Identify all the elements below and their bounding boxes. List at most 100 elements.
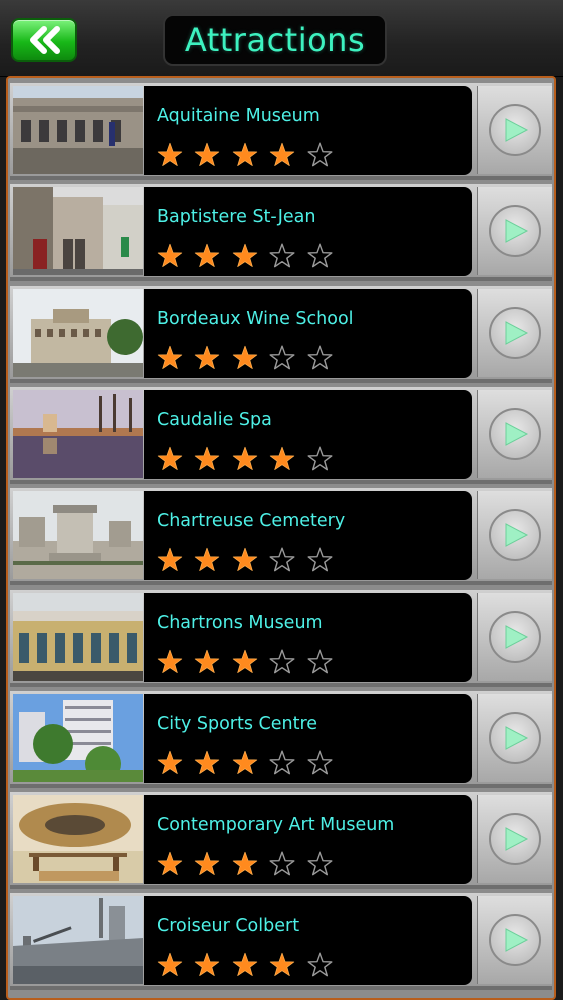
star-filled-icon [189,748,227,778]
attraction-thumbnail [13,389,143,478]
star-rating [151,950,339,980]
play-arrow-icon [489,813,541,866]
star-rating [151,444,339,474]
star-empty-icon [264,241,302,271]
attraction-name: Contemporary Art Museum [157,815,395,836]
open-detail-button[interactable] [477,86,552,174]
attraction-info-panel: Bordeaux Wine School [144,288,472,378]
star-rating [151,849,339,879]
open-detail-button[interactable] [477,288,552,377]
attraction-info-panel: Chartrons Museum [144,592,472,682]
star-filled-icon [226,950,264,980]
attraction-thumbnail [13,896,143,985]
open-detail-button[interactable] [477,693,552,782]
star-filled-icon [189,849,227,879]
attraction-info-panel: Caudalie Spa [144,389,472,479]
play-arrow-icon [489,407,541,460]
star-filled-icon [151,950,189,980]
star-empty-icon [301,343,339,373]
attractions-list[interactable]: Aquitaine Museum Baptistere St-Jean Bordea… [6,76,556,1000]
open-detail-button[interactable] [477,187,552,276]
list-item[interactable]: Chartreuse Cemetery [10,488,552,586]
star-filled-icon [226,444,264,474]
list-item[interactable]: Bordeaux Wine School [10,285,552,383]
open-detail-button[interactable] [477,795,552,884]
open-detail-button[interactable] [477,592,552,681]
list-item[interactable]: Contemporary Art Museum [10,792,552,890]
attraction-info-panel: Contemporary Art Museum [144,795,472,885]
star-filled-icon [226,748,264,778]
open-detail-button[interactable] [477,389,552,478]
attraction-name: Chartrons Museum [157,612,323,633]
star-filled-icon [226,647,264,677]
attraction-thumbnail [13,491,143,580]
star-filled-icon [151,849,189,879]
star-empty-icon [264,545,302,575]
star-filled-icon [226,849,264,879]
play-arrow-icon [489,914,541,967]
attraction-thumbnail [13,693,143,782]
play-arrow-icon [489,509,541,562]
list-item[interactable]: Caudalie Spa [10,386,552,484]
play-arrow-icon [489,610,541,663]
star-empty-icon [264,647,302,677]
star-filled-icon [151,444,189,474]
star-empty-icon [301,748,339,778]
double-chevron-left-icon [30,26,60,54]
page-title: Attractions [163,14,387,66]
attraction-thumbnail [13,187,143,276]
star-filled-icon [151,140,189,170]
star-filled-icon [189,647,227,677]
play-arrow-icon [489,306,541,359]
attraction-name: Bordeaux Wine School [157,308,354,329]
list-item[interactable]: Aquitaine Museum [10,83,552,180]
star-filled-icon [151,545,189,575]
list-item[interactable]: Baptistere St-Jean [10,184,552,282]
attraction-name: Aquitaine Museum [157,106,320,126]
star-filled-icon [226,140,264,170]
star-empty-icon [264,343,302,373]
attraction-info-panel: City Sports Centre [144,693,472,783]
list-item[interactable]: Chartrons Museum [10,589,552,687]
star-filled-icon [189,444,227,474]
open-detail-button[interactable] [477,491,552,580]
open-detail-button[interactable] [477,896,552,985]
star-empty-icon [264,849,302,879]
star-filled-icon [226,343,264,373]
star-rating [151,343,339,373]
attraction-info-panel: Croiseur Colbert [144,896,472,986]
back-button[interactable] [11,18,77,62]
star-filled-icon [189,241,227,271]
star-filled-icon [226,545,264,575]
attraction-thumbnail [13,795,143,884]
star-rating [151,241,339,271]
star-filled-icon [189,545,227,575]
attraction-name: City Sports Centre [157,713,318,734]
attraction-name: Croiseur Colbert [157,916,300,937]
star-filled-icon [189,950,227,980]
attraction-info-panel: Aquitaine Museum [144,86,472,175]
star-filled-icon [151,343,189,373]
star-filled-icon [151,647,189,677]
star-empty-icon [301,140,339,170]
attraction-thumbnail [13,288,143,377]
list-item[interactable]: Croiseur Colbert [10,893,552,991]
star-empty-icon [301,647,339,677]
list-item[interactable]: City Sports Centre [10,690,552,788]
star-empty-icon [301,545,339,575]
attraction-thumbnail [13,592,143,681]
star-filled-icon [264,444,302,474]
star-filled-icon [151,241,189,271]
star-rating [151,545,339,575]
star-filled-icon [189,140,227,170]
star-filled-icon [264,950,302,980]
star-rating [151,140,339,170]
star-rating [151,647,339,677]
star-filled-icon [226,241,264,271]
star-empty-icon [301,444,339,474]
attraction-info-panel: Chartreuse Cemetery [144,491,472,581]
attraction-name: Chartreuse Cemetery [157,511,346,532]
top-bar: Attractions [0,0,563,77]
attraction-info-panel: Baptistere St-Jean [144,187,472,277]
play-arrow-icon [489,104,541,156]
